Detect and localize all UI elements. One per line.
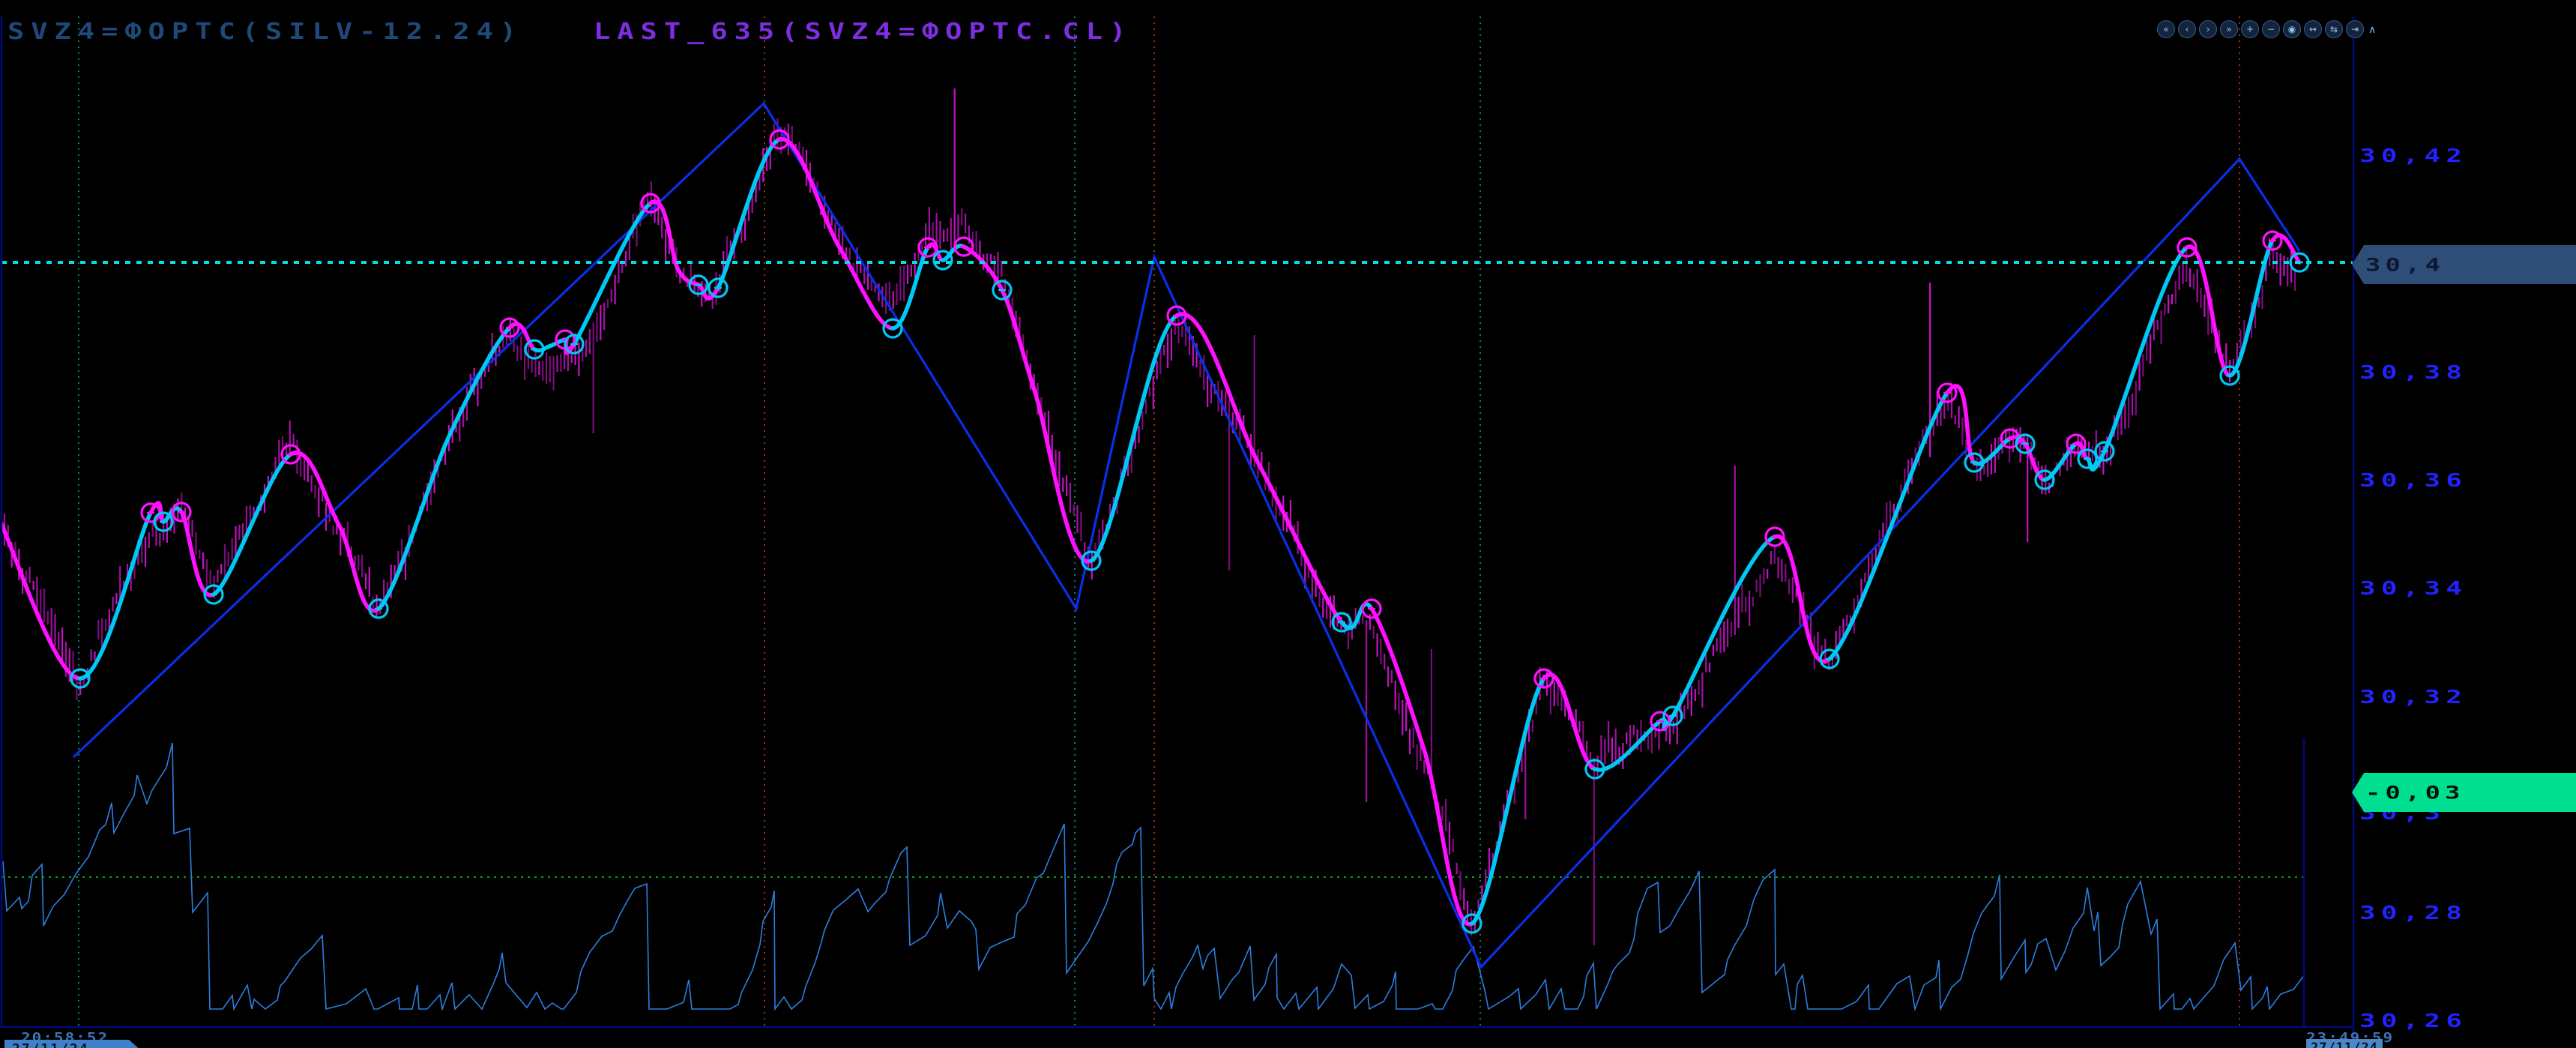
- scroll-fast-left-button[interactable]: «: [2157, 20, 2175, 38]
- last-price-value: 30,4: [2365, 254, 2445, 276]
- price-axis-label: 30,38: [2359, 362, 2467, 384]
- compress-horizontal-button[interactable]: ⇆: [2325, 20, 2343, 38]
- price-axis-label: 30,42: [2359, 145, 2467, 167]
- indicator-value: -0,03: [2365, 782, 2465, 804]
- zoom-in-button[interactable]: +: [2241, 20, 2259, 38]
- price-chart-canvas[interactable]: [0, 0, 2576, 1048]
- chart-title-indicator: LAST_635(SVZ4=ФОРТС.CL): [594, 18, 1132, 44]
- price-axis-label: 30,32: [2359, 687, 2467, 708]
- session-start-date-tag: 27/11/24: [4, 1040, 139, 1048]
- session-end-date-box: 27/11/24: [2306, 1039, 2383, 1048]
- expand-horizontal-button[interactable]: ↔: [2304, 20, 2322, 38]
- chart-title-main: SVZ4=ФОРТС(SILV-12.24): [7, 18, 523, 44]
- scroll-right-button[interactable]: ›: [2199, 20, 2217, 38]
- zoom-region-button[interactable]: ◉: [2283, 20, 2301, 38]
- chart-nav-toolbar: «‹›»+−◉↔⇆⇥ ∧: [2157, 20, 2376, 38]
- scroll-fast-right-button[interactable]: »: [2220, 20, 2238, 38]
- indicator-value-bubble: -0,03: [2352, 773, 2576, 812]
- go-to-end-button[interactable]: ⇥: [2346, 20, 2364, 38]
- price-axis-label: 30,28: [2359, 903, 2467, 924]
- trading-terminal-window: ○ SVZ4 ∨ ФОРТС S1 2023.06.01 ∨ Дата до ∨…: [0, 0, 2576, 1048]
- collapse-toolbar-button[interactable]: ∧: [2368, 23, 2376, 36]
- price-axis-label: 30,26: [2359, 1011, 2467, 1032]
- price-axis-label: 30,36: [2359, 470, 2467, 492]
- last-price-bubble: 30,4: [2352, 245, 2576, 284]
- scroll-left-button[interactable]: ‹: [2178, 20, 2196, 38]
- zoom-out-button[interactable]: −: [2262, 20, 2280, 38]
- price-axis-label: 30,34: [2359, 578, 2467, 600]
